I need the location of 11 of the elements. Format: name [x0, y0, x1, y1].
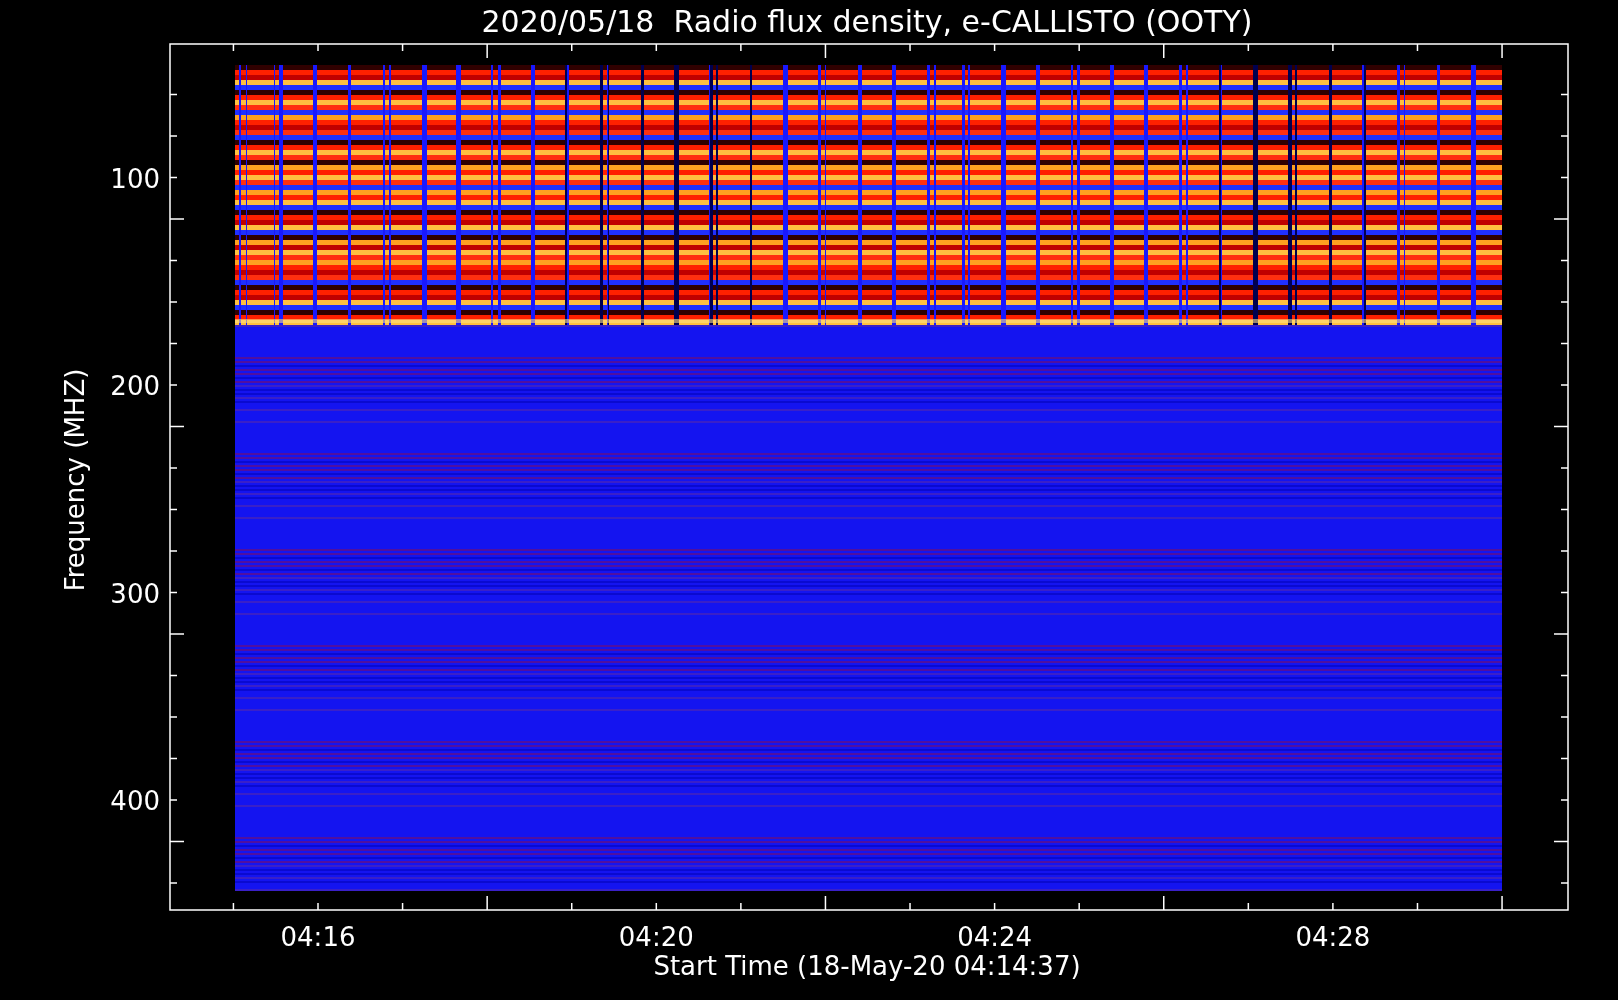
- y-tick-label: 100: [110, 163, 160, 194]
- x-tick-label: 04:24: [957, 922, 1033, 952]
- y-axis-label: Frequency (MHZ): [60, 368, 90, 592]
- x-tick-label: 04:28: [1295, 922, 1371, 952]
- chart-title: 2020/05/18 Radio flux density, e-CALLISTO (OOTY): [481, 4, 1253, 39]
- x-tick-label: 04:20: [618, 922, 694, 952]
- y-tick-label: 200: [110, 371, 160, 401]
- y-tick-label: 400: [110, 786, 160, 816]
- y-tick-label: 300: [110, 578, 160, 609]
- x-axis-label: Start Time (18-May-20 04:14:37): [653, 951, 1081, 981]
- x-tick-label: 04:16: [280, 922, 356, 952]
